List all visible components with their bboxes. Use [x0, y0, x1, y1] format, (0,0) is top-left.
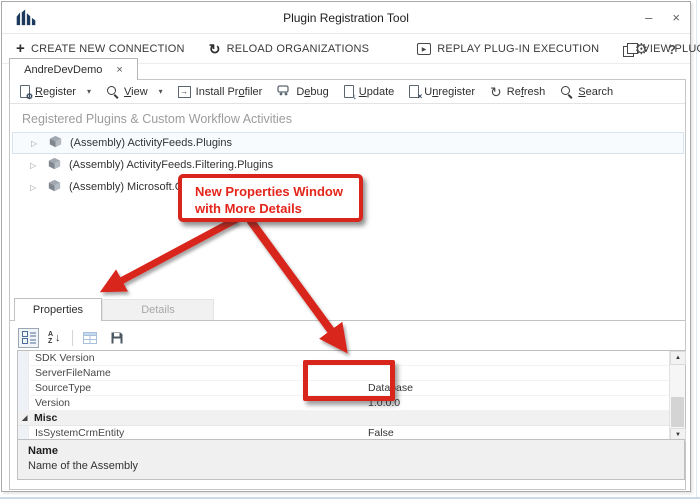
register-button[interactable]: ⚙ Register ▾ [20, 85, 91, 98]
save-button[interactable] [106, 328, 127, 348]
tab-page-panel: ⚙ Register ▾ View ▾ → Install Profiler [9, 79, 686, 490]
assembly-cube-icon [49, 135, 62, 151]
replay-icon: ▶ [417, 43, 431, 55]
property-name: IsSystemCrmEntity [35, 427, 124, 439]
alphabetical-sort-button[interactable]: A Z ↓ [45, 328, 66, 348]
property-grid-gutter [18, 351, 29, 442]
property-name: SourceType [35, 382, 91, 394]
search-label: Search [578, 86, 613, 98]
category-name: Misc [34, 412, 57, 424]
property-category-row[interactable]: ◢ Misc [18, 411, 669, 426]
connection-tab-label: AndreDevDemo [24, 64, 102, 76]
property-grid-toolbar: A Z ↓ [18, 327, 127, 348]
replay-plugin-execution-button[interactable]: ▶ REPLAY PLUG-IN EXECUTION [417, 43, 599, 55]
vertical-scrollbar[interactable]: ▲ ▼ [669, 351, 685, 442]
plugin-action-toolbar: ⚙ Register ▾ View ▾ → Install Profiler [10, 80, 685, 104]
tab-details[interactable]: Details [102, 299, 214, 320]
property-name: ServerFileName [35, 367, 111, 379]
assembly-cube-icon [48, 179, 61, 195]
callout-line2: with More Details [195, 200, 359, 217]
description-title: Name [28, 445, 674, 457]
expand-arrow-icon[interactable]: ▷ [30, 161, 40, 170]
close-button[interactable]: × [672, 11, 680, 25]
unregister-icon: × [409, 85, 419, 98]
search-button[interactable]: Search [560, 85, 613, 98]
annotation-callout: New Properties Window with More Details [178, 174, 363, 222]
unregister-label: Unregister [424, 86, 475, 98]
register-icon: ⚙ [20, 85, 30, 98]
reload-organizations-button[interactable]: ↻ RELOAD ORGANIZATIONS [209, 42, 369, 56]
scroll-up-icon[interactable]: ▲ [670, 351, 686, 365]
register-icon-overlay: ⚙ [26, 93, 33, 101]
tree-item-label: (Assembly) ActivityFeeds.Filtering.Plugi… [69, 159, 273, 171]
view-button[interactable]: View ▾ [106, 85, 163, 98]
description-text: Name of the Assembly [28, 460, 674, 472]
tree-item-label: (Assembly) ActivityFeeds.Plugins [70, 137, 232, 149]
screen: Plugin Registration Tool – × + CREATE NE… [0, 0, 700, 503]
update-icon-overlay: ↓ [353, 93, 357, 101]
search-icon [560, 85, 573, 98]
reload-organizations-label: RELOAD ORGANIZATIONS [227, 43, 370, 55]
minimize-button[interactable]: – [645, 11, 652, 25]
window-title: Plugin Registration Tool [2, 2, 690, 34]
update-button[interactable]: ↓ Update [344, 85, 394, 98]
debug-icon [277, 84, 291, 99]
debug-button[interactable]: Debug [277, 84, 328, 99]
view-dropdown-icon[interactable]: ▾ [159, 87, 163, 96]
plus-icon: + [16, 42, 25, 56]
tree-row[interactable]: ▷ (Assembly) ActivityFeeds.Filtering.Plu… [12, 154, 684, 176]
annotation-highlight-rect [303, 360, 395, 401]
register-dropdown-icon[interactable]: ▾ [87, 87, 91, 96]
view-label: View [124, 86, 148, 98]
scrollbar-thumb[interactable] [671, 397, 684, 427]
help-icon[interactable]: ? [668, 42, 676, 57]
toolbar-separator [72, 330, 73, 346]
titlebar: Plugin Registration Tool – × [2, 2, 690, 34]
tree-header: Registered Plugins & Custom Workflow Act… [22, 112, 292, 126]
desktop-edge-line [0, 497, 700, 499]
tabstrip-line [10, 320, 685, 321]
replay-plugin-execution-label: REPLAY PLUG-IN EXECUTION [437, 43, 599, 55]
tab-close-icon[interactable]: × [116, 64, 122, 76]
assembly-cube-icon [48, 157, 61, 173]
unregister-icon-overlay: × [418, 93, 423, 101]
create-new-connection-button[interactable]: + CREATE NEW CONNECTION [16, 42, 185, 56]
register-label: Register [35, 86, 76, 98]
property-description-panel: Name Name of the Assembly [17, 439, 685, 480]
update-label: Update [359, 86, 394, 98]
unregister-button[interactable]: × Unregister [409, 85, 475, 98]
debug-label: Debug [296, 86, 328, 98]
desktop-edge-line-right [696, 0, 697, 497]
callout-line1: New Properties Window [195, 183, 359, 200]
refresh-button[interactable]: ↻ Refresh [490, 85, 545, 99]
install-profiler-button[interactable]: → Install Profiler [178, 86, 263, 98]
reload-icon: ↻ [209, 42, 221, 56]
plugin-registration-tool-window: Plugin Registration Tool – × + CREATE NE… [1, 1, 691, 492]
view-magnifier-icon [106, 85, 119, 98]
settings-gear-icon[interactable]: ⚙ [635, 42, 648, 58]
install-profiler-icon: → [178, 86, 191, 98]
expand-arrow-icon[interactable]: ▷ [31, 139, 41, 148]
expand-arrow-icon[interactable]: ▷ [30, 183, 40, 192]
create-new-connection-label: CREATE NEW CONNECTION [31, 43, 185, 55]
property-name: SDK Version [35, 352, 95, 364]
property-name: Version [35, 397, 70, 409]
tab-properties[interactable]: Properties [14, 298, 102, 321]
categorized-view-button[interactable] [18, 328, 39, 348]
refresh-icon: ↻ [490, 85, 502, 99]
property-pages-button[interactable] [79, 328, 100, 348]
refresh-label: Refresh [507, 86, 546, 98]
tree-row[interactable]: ▷ (Assembly) ActivityFeeds.Plugins [12, 132, 684, 154]
update-icon: ↓ [344, 85, 354, 98]
connection-tab[interactable]: AndreDevDemo × [9, 58, 138, 80]
sort-az-icon: A Z ↓ [48, 331, 63, 345]
install-profiler-label: Install Profiler [196, 86, 263, 98]
category-expander-icon[interactable]: ◢ [22, 411, 27, 426]
